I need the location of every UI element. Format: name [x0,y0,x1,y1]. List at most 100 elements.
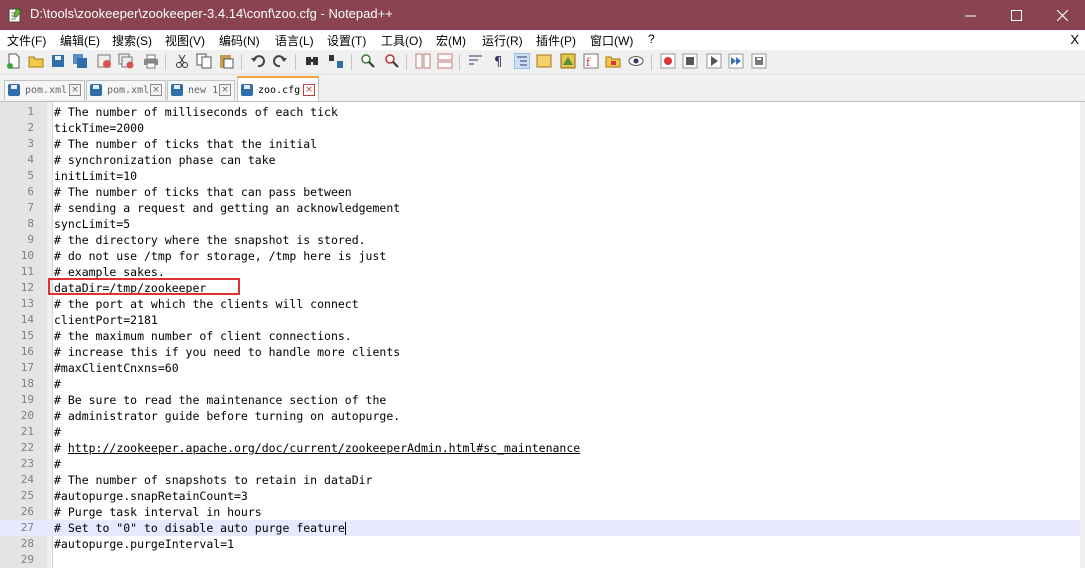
close-icon[interactable] [96,53,112,69]
record-macro-icon[interactable] [660,53,676,69]
code-line[interactable]: 10 # do not use /tmp for storage, /tmp he… [0,248,1080,264]
code-text: # do not use /tmp for storage, /tmp here… [54,249,387,263]
menu-help[interactable]: ? [648,32,655,46]
vertical-scrollbar[interactable] [1080,102,1085,568]
menu-window[interactable]: 窗口(W) [590,32,633,49]
print-icon[interactable] [143,53,159,69]
monitor-icon[interactable] [628,53,644,69]
code-line[interactable]: 25 #autopurge.snapRetainCount=3 [0,488,1080,504]
tab-pom-xml-1[interactable]: pom.xml × [4,80,85,100]
menu-language[interactable]: 语言(L) [275,32,314,49]
tab-close-icon[interactable]: × [150,84,162,96]
folder-workspace-icon[interactable] [605,53,621,69]
code-line[interactable]: 23 # [0,456,1080,472]
code-line[interactable]: 8 syncLimit=5 [0,216,1080,232]
code-line[interactable]: 22 # http://zookeeper.apache.org/doc/curr… [0,440,1080,456]
run-macro-multiple-icon[interactable] [728,53,744,69]
minimize-button[interactable] [947,0,993,30]
menu-view[interactable]: 视图(V) [165,32,205,49]
code-line[interactable]: 16 # increase this if you need to handle … [0,344,1080,360]
code-line[interactable]: 4 # synchronization phase can take [0,152,1080,168]
tab-close-icon[interactable]: × [303,84,315,96]
menu-plugins[interactable]: 插件(P) [536,32,576,49]
redo-icon[interactable] [272,53,288,69]
find-icon[interactable] [304,53,320,69]
zoom-out-icon[interactable] [384,53,400,69]
tab-close-icon[interactable]: × [219,84,231,96]
sync-vertical-icon[interactable] [415,53,431,69]
code-text: #autopurge.purgeInterval=1 [54,537,235,551]
word-wrap-icon[interactable] [468,53,484,69]
code-line[interactable]: 7 # sending a request and getting an ackn… [0,200,1080,216]
menu-macro[interactable]: 宏(M) [436,32,466,49]
code-line[interactable]: 2 tickTime=2000 [0,120,1080,136]
close-window-button[interactable] [1039,0,1085,30]
line-number: 8 [27,217,34,230]
code-line[interactable]: 29 [0,552,1080,568]
close-document-button[interactable]: X [1070,32,1079,47]
open-file-icon[interactable] [28,53,44,69]
code-line[interactable]: 24 # The number of snapshots to retain in… [0,472,1080,488]
menu-run[interactable]: 运行(R) [482,32,523,49]
menu-tools[interactable]: 工具(O) [381,32,422,49]
code-line[interactable]: 28 #autopurge.purgeInterval=1 [0,536,1080,552]
cut-icon[interactable] [174,53,190,69]
maintenance-link[interactable]: http://zookeeper.apache.org/doc/current/… [68,441,580,455]
sync-horizontal-icon[interactable] [437,53,453,69]
code-line[interactable]: 9 # the directory where the snapshot is s… [0,232,1080,248]
tab-new-1[interactable]: new 1 × [167,80,235,100]
menu-settings[interactable]: 设置(T) [327,32,366,49]
replace-icon[interactable] [328,53,344,69]
indent-guide-icon[interactable] [514,53,530,69]
code-line[interactable]: 14 clientPort=2181 [0,312,1080,328]
code-line[interactable]: 15 # the maximum number of client connect… [0,328,1080,344]
code-text: # http://zookeeper.apache.org/doc/curren… [54,440,580,456]
tab-close-icon[interactable]: × [69,84,81,96]
doc-map-icon[interactable] [560,53,576,69]
notepad-icon [8,7,22,23]
stop-macro-icon[interactable] [682,53,698,69]
save-icon[interactable] [50,53,66,69]
menu-search[interactable]: 搜索(S) [112,32,152,49]
tab-zoo-cfg[interactable]: zoo.cfg × [237,76,319,101]
tab-pom-xml-2[interactable]: pom.xml × [86,80,166,100]
function-list-icon[interactable]: f [583,53,599,69]
undo-icon[interactable] [250,53,266,69]
show-all-chars-icon[interactable]: ¶ [490,53,506,69]
line-number: 15 [20,329,34,342]
code-line[interactable]: 18 # [0,376,1080,392]
line-number: 13 [20,297,34,310]
code-line[interactable]: 27 # Set to "0" to disable auto purge fea… [0,520,1080,536]
code-line[interactable]: 3 # The number of ticks that the initial [0,136,1080,152]
code-line[interactable]: 6 # The number of ticks that can pass bet… [0,184,1080,200]
code-text: # the directory where the snapshot is st… [54,233,366,247]
copy-icon[interactable] [196,53,212,69]
new-file-icon[interactable] [6,53,22,69]
zoom-in-icon[interactable] [360,53,376,69]
code-line[interactable]: 20 # administrator guide before turning o… [0,408,1080,424]
line-number: 21 [20,425,34,438]
editor[interactable]: 1 # The number of milliseconds of each ti… [0,102,1085,568]
line-number: 22 [20,441,34,454]
minimize-icon [964,15,976,16]
menu-edit[interactable]: 编辑(E) [60,32,100,49]
menu-encoding[interactable]: 编码(N) [219,32,260,49]
close-all-icon[interactable] [118,53,134,69]
play-macro-icon[interactable] [706,53,722,69]
language-icon[interactable] [536,53,552,69]
save-all-icon[interactable] [72,53,88,69]
code-line[interactable]: 19 # Be sure to read the maintenance sect… [0,392,1080,408]
menu-file[interactable]: 文件(F) [7,32,46,49]
code-line[interactable]: 13 # the port at which the clients will c… [0,296,1080,312]
save-macro-icon[interactable] [751,53,767,69]
line-number: 18 [20,377,34,390]
maximize-button[interactable] [993,0,1039,30]
code-line[interactable]: 26 # Purge task interval in hours [0,504,1080,520]
code-text: # synchronization phase can take [54,153,276,167]
code-line[interactable]: 5 initLimit=10 [0,168,1080,184]
code-line[interactable]: 21 # [0,424,1080,440]
code-line[interactable]: 17 #maxClientCnxns=60 [0,360,1080,376]
paste-icon[interactable] [218,53,234,69]
tab-label: zoo.cfg [258,85,301,96]
code-line[interactable]: 1 # The number of milliseconds of each ti… [0,104,1080,120]
